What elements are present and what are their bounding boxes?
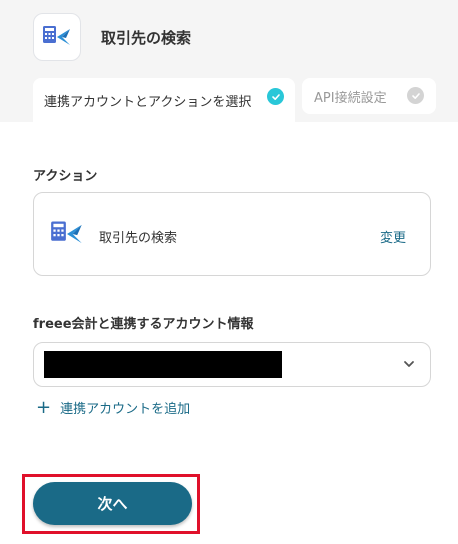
redacted-account-value [44, 351, 282, 378]
tab-label: API接続設定 [314, 90, 387, 106]
tab-api-settings[interactable]: API接続設定 [302, 78, 436, 114]
tab-label: 連携アカウントとアクションを選択 [44, 94, 252, 110]
page-title: 取引先の検索 [101, 29, 192, 47]
chevron-down-icon [404, 361, 414, 367]
action-name: 取引先の検索 [99, 231, 178, 246]
add-account-link[interactable]: + 連携アカウントを追加 [36, 398, 190, 417]
freee-accounting-icon [33, 13, 81, 61]
check-circle-icon [267, 88, 284, 105]
next-button[interactable]: 次へ [33, 482, 192, 525]
tab-account-action-select[interactable]: 連携アカウントとアクションを選択 [33, 78, 295, 122]
change-action-link[interactable]: 変更 [380, 227, 406, 246]
account-select[interactable] [33, 342, 431, 387]
action-section-label: アクション [33, 169, 98, 184]
account-section-label: freee会計と連携するアカウント情報 [33, 317, 254, 332]
add-account-label: 連携アカウントを追加 [60, 402, 191, 417]
freee-accounting-icon [50, 219, 84, 249]
action-card: 取引先の検索 変更 [33, 192, 431, 276]
header-area: 取引先の検索 連携アカウントとアクションを選択 API接続設定 [0, 0, 458, 122]
plus-icon: + [36, 396, 52, 418]
check-circle-icon [407, 87, 424, 104]
